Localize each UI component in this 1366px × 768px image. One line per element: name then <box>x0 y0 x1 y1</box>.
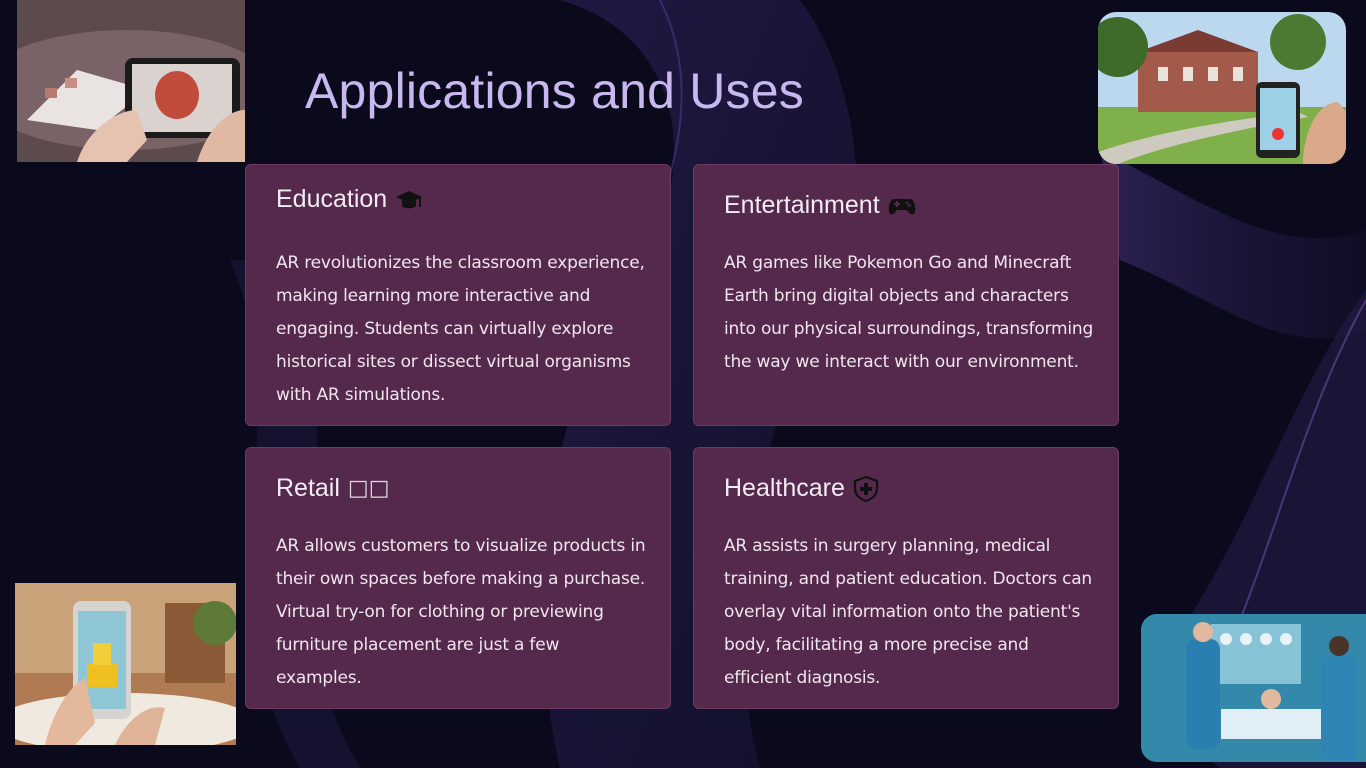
gamepad-icon <box>888 195 916 217</box>
card-heading-label: Entertainment <box>724 191 880 219</box>
photo-ar-game-outdoor <box>1098 12 1346 164</box>
card-description: AR revolutionizes the classroom experien… <box>276 253 645 405</box>
card-description: AR allows customers to visualize product… <box>276 536 646 688</box>
card-heading: Retail □□ <box>276 474 390 503</box>
card-education: Education AR revolutionizes the classroo… <box>245 164 671 426</box>
photo-ar-furniture <box>15 583 236 745</box>
photo-ar-book <box>17 0 245 162</box>
card-heading: Education <box>276 185 423 214</box>
card-heading-label: Education <box>276 185 388 213</box>
card-heading-label: Retail <box>276 474 340 502</box>
page-title: Applications and Uses <box>305 63 804 119</box>
card-description: AR assists in surgery planning, medical … <box>724 536 1093 688</box>
missing-glyph-icon: □□ <box>347 476 390 501</box>
photo-ar-healthcare <box>1141 614 1366 762</box>
card-retail: Retail □□ AR allows customers to visuali… <box>245 447 671 709</box>
graduation-cap-icon <box>395 186 423 214</box>
card-entertainment: Entertainment AR games like Pokemon Go a… <box>693 164 1119 426</box>
shield-plus-icon <box>853 475 879 503</box>
card-healthcare: Healthcare AR assists in surgery plannin… <box>693 447 1119 709</box>
card-heading: Entertainment <box>724 191 916 220</box>
card-description: AR games like Pokemon Go and Minecraft E… <box>724 253 1094 372</box>
card-heading: Healthcare <box>724 474 879 503</box>
card-heading-label: Healthcare <box>724 474 845 502</box>
